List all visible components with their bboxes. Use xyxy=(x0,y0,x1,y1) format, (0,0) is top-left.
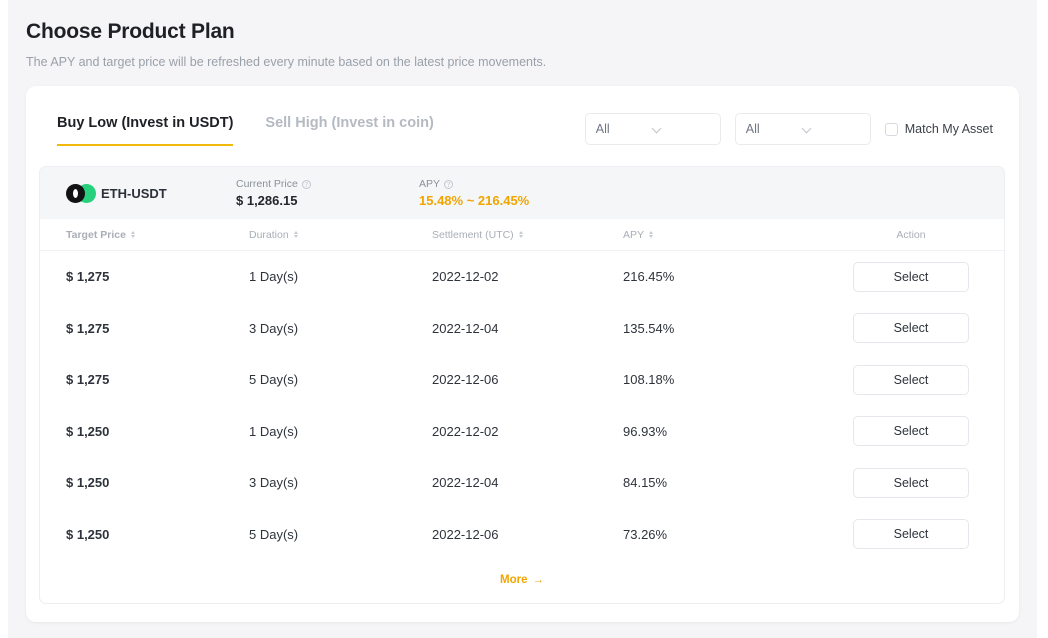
sort-arrows-icon xyxy=(131,231,135,239)
arrow-right-icon: → xyxy=(532,574,544,586)
cell-apy: 96.93% xyxy=(623,424,818,439)
cell-settlement: 2022-12-04 xyxy=(432,475,623,490)
current-price-value: $ 1,286.15 xyxy=(236,193,419,208)
select-button[interactable]: Select xyxy=(853,365,969,395)
select-button[interactable]: Select xyxy=(853,519,969,549)
select-button[interactable]: Select xyxy=(853,468,969,498)
cell-target-price: $ 1,275 xyxy=(66,372,249,387)
table-row: $ 1,2753 Day(s)2022-12-04135.54% Select xyxy=(40,303,1004,355)
duration-filter-select[interactable]: All xyxy=(735,113,871,145)
filter-bar: All All Match My Asset xyxy=(585,113,993,145)
cell-apy: 135.54% xyxy=(623,321,818,336)
cell-apy: 73.26% xyxy=(623,527,818,542)
current-price-label: Current Price xyxy=(236,178,298,190)
cell-target-price: $ 1,250 xyxy=(66,475,249,490)
tab-buy-low[interactable]: Buy Low (Invest in USDT) xyxy=(57,115,233,146)
product-summary-header: ETH-USDT Current Price ? $ 1,286.15 APY … xyxy=(40,167,1004,219)
select-button[interactable]: Select xyxy=(853,313,969,343)
sort-arrows-icon xyxy=(294,231,298,239)
more-label: More xyxy=(500,574,527,586)
page-content: Choose Product Plan The APY and target p… xyxy=(8,0,1037,638)
table-row: $ 1,2501 Day(s)2022-12-0296.93% Select xyxy=(40,406,1004,458)
table-row: $ 1,2751 Day(s)2022-12-02216.45% Select xyxy=(40,251,1004,303)
cell-duration: 1 Day(s) xyxy=(249,424,432,439)
page-title: Choose Product Plan xyxy=(26,20,235,44)
cell-action: Select xyxy=(818,262,1004,292)
cell-target-price: $ 1,275 xyxy=(66,269,249,284)
coin-filter-select[interactable]: All xyxy=(585,113,721,145)
cell-settlement: 2022-12-02 xyxy=(432,269,623,284)
select-button[interactable]: Select xyxy=(853,262,969,292)
column-label: Duration xyxy=(249,229,289,241)
match-my-asset-checkbox[interactable]: Match My Asset xyxy=(885,122,993,136)
cell-duration: 3 Day(s) xyxy=(249,475,432,490)
cell-target-price: $ 1,250 xyxy=(66,527,249,542)
apy-label-row: APY ? xyxy=(419,178,602,190)
table-row: $ 1,2755 Day(s)2022-12-06108.18% Select xyxy=(40,354,1004,406)
column-label: Action xyxy=(896,229,925,241)
current-price-label-row: Current Price ? xyxy=(236,178,419,190)
match-my-asset-label: Match My Asset xyxy=(905,122,993,136)
cell-settlement: 2022-12-04 xyxy=(432,321,623,336)
column-header-duration[interactable]: Duration xyxy=(249,229,432,241)
apy-range-value: 15.48% ~ 216.45% xyxy=(419,193,602,208)
table-body: $ 1,2751 Day(s)2022-12-02216.45%Select$ … xyxy=(40,251,1004,560)
apy-range-stat: APY ? 15.48% ~ 216.45% xyxy=(419,178,602,208)
tab-sell-high[interactable]: Sell High (Invest in coin) xyxy=(265,115,433,146)
cell-duration: 1 Day(s) xyxy=(249,269,432,284)
more-link[interactable]: More → xyxy=(500,574,544,586)
coin-pair-icons xyxy=(66,184,98,203)
product-plan-card: Buy Low (Invest in USDT) Sell High (Inve… xyxy=(26,86,1019,622)
pair-name: ETH-USDT xyxy=(101,186,167,201)
checkbox-box-icon xyxy=(885,123,898,136)
column-label: APY xyxy=(623,229,644,241)
chevron-down-icon xyxy=(653,125,710,134)
chevron-down-icon xyxy=(803,125,860,134)
product-table: ETH-USDT Current Price ? $ 1,286.15 APY … xyxy=(39,166,1005,604)
cell-action: Select xyxy=(818,519,1004,549)
tab-bar: Buy Low (Invest in USDT) Sell High (Inve… xyxy=(57,115,434,146)
cell-settlement: 2022-12-02 xyxy=(432,424,623,439)
cell-target-price: $ 1,275 xyxy=(66,321,249,336)
cell-action: Select xyxy=(818,416,1004,446)
eth-coin-icon xyxy=(66,184,85,203)
table-row: $ 1,2505 Day(s)2022-12-0673.26% Select xyxy=(40,509,1004,561)
cell-settlement: 2022-12-06 xyxy=(432,372,623,387)
cell-settlement: 2022-12-06 xyxy=(432,527,623,542)
column-header-target-price[interactable]: Target Price xyxy=(66,229,249,241)
info-icon[interactable]: ? xyxy=(302,180,311,189)
select-button[interactable]: Select xyxy=(853,416,969,446)
column-header-settlement[interactable]: Settlement (UTC) xyxy=(432,229,623,241)
page-subtitle: The APY and target price will be refresh… xyxy=(26,55,546,69)
cell-duration: 5 Day(s) xyxy=(249,372,432,387)
duration-filter-value: All xyxy=(746,122,803,136)
info-icon[interactable]: ? xyxy=(444,180,453,189)
cell-action: Select xyxy=(818,365,1004,395)
cell-apy: 108.18% xyxy=(623,372,818,387)
column-header-action: Action xyxy=(818,229,1004,241)
current-price-stat: Current Price ? $ 1,286.15 xyxy=(236,178,419,208)
column-label: Target Price xyxy=(66,229,126,241)
table-row: $ 1,2503 Day(s)2022-12-0484.15% Select xyxy=(40,457,1004,509)
cell-duration: 5 Day(s) xyxy=(249,527,432,542)
cell-target-price: $ 1,250 xyxy=(66,424,249,439)
column-label: Settlement (UTC) xyxy=(432,229,514,241)
column-header-apy[interactable]: APY xyxy=(623,229,818,241)
more-row: More → xyxy=(40,560,1004,600)
sort-arrows-icon xyxy=(649,231,653,239)
coin-filter-value: All xyxy=(596,122,653,136)
cell-apy: 84.15% xyxy=(623,475,818,490)
cell-apy: 216.45% xyxy=(623,269,818,284)
sort-arrows-icon xyxy=(519,231,523,239)
table-column-headers: Target Price Duration Settlement (UTC) A… xyxy=(40,219,1004,251)
cell-duration: 3 Day(s) xyxy=(249,321,432,336)
apy-label: APY xyxy=(419,178,440,190)
cell-action: Select xyxy=(818,313,1004,343)
cell-action: Select xyxy=(818,468,1004,498)
coin-pair: ETH-USDT xyxy=(66,184,236,203)
